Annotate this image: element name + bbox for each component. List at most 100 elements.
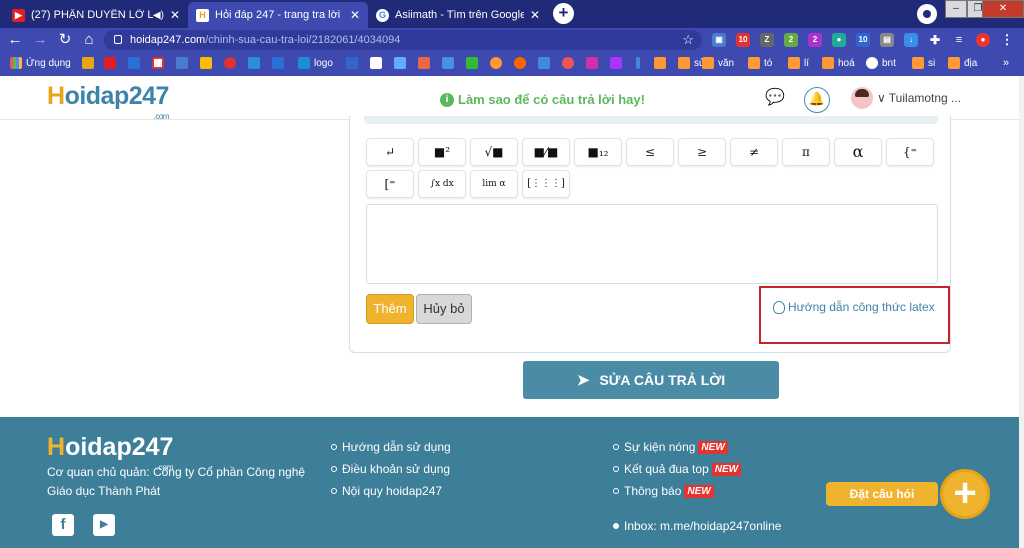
minimize-button[interactable]: –	[945, 0, 967, 18]
puzzle-icon[interactable]: ✚	[928, 33, 942, 47]
bookmark-hoa[interactable]: hoá	[822, 57, 855, 69]
bookmark-instagram[interactable]	[586, 57, 602, 69]
math-power-button[interactable]: ■²	[418, 138, 466, 166]
bookmark-site[interactable]	[272, 57, 288, 69]
bookmark-site[interactable]	[394, 57, 410, 69]
forward-icon[interactable]: →	[31, 31, 49, 49]
math-fraction-button[interactable]: ■⁄■	[522, 138, 570, 166]
latex-guide-link[interactable]: Hướng dẫn công thức latex	[773, 300, 935, 314]
bookmark-site[interactable]	[636, 57, 644, 69]
home-icon[interactable]: ⌂	[80, 31, 98, 49]
extension-icon[interactable]: 2	[808, 33, 822, 47]
back-icon[interactable]: ←	[6, 31, 24, 49]
bookmark-li[interactable]: lí	[788, 57, 809, 69]
bookmark-site[interactable]	[224, 57, 240, 69]
user-menu[interactable]: ∨ Tuilamotng ...	[851, 87, 961, 109]
inbox-link[interactable]: Inbox: m.me/hoidap247online	[613, 519, 781, 533]
bookmark-hoidap[interactable]	[82, 57, 98, 69]
extension-icon[interactable]: ●	[832, 33, 846, 47]
bookmark-site[interactable]	[370, 57, 386, 69]
bell-icon[interactable]: 🔔	[804, 87, 830, 113]
bookmark-site[interactable]	[514, 57, 530, 69]
bookmark-youtube[interactable]	[104, 57, 120, 69]
math-system-button[interactable]: {⁼	[886, 138, 934, 166]
close-icon[interactable]: ✕	[170, 8, 180, 22]
math-less-equal-button[interactable]: ≤	[626, 138, 674, 166]
footer-link[interactable]: Nội quy hoidap247	[331, 484, 442, 498]
bookmark-si[interactable]: si	[912, 57, 935, 69]
bookmark-site[interactable]	[248, 57, 264, 69]
bookmark-star-icon[interactable]: ☆	[682, 30, 694, 50]
footer-link[interactable]: Sự kiện nóng NEW	[613, 440, 728, 454]
answer-editor[interactable]	[366, 204, 938, 284]
bookmark-site[interactable]	[610, 57, 626, 69]
site-logo[interactable]: Hoidap247 .com	[47, 82, 169, 121]
speaker-icon[interactable]: ◀)	[153, 10, 164, 21]
math-not-equal-button[interactable]: ≠	[730, 138, 778, 166]
bookmark-site[interactable]	[562, 57, 578, 69]
bookmark-site[interactable]	[442, 57, 458, 69]
tab-hoidap[interactable]: H Hỏi đáp 247 - trang tra lời ✕	[188, 2, 368, 28]
chat-icon[interactable]: 💬	[762, 87, 788, 113]
bookmark-van[interactable]: văn	[702, 57, 734, 69]
add-button[interactable]: Thêm	[366, 294, 414, 324]
ask-question-button[interactable]: Đặt câu hỏi	[826, 482, 938, 506]
math-subscript-button[interactable]: ■₁₂	[574, 138, 622, 166]
bookmark-logo[interactable]: logo	[298, 57, 333, 69]
extension-icon[interactable]: ▤	[880, 33, 894, 47]
math-newline-button[interactable]: ↵	[366, 138, 414, 166]
menu-icon[interactable]: ⋮	[1000, 33, 1014, 47]
math-integral-button[interactable]: ∫x dx	[418, 170, 466, 198]
avatar[interactable]: ●	[976, 33, 990, 47]
bookmark-to[interactable]: tó	[748, 57, 772, 69]
bookmark-dia[interactable]: địa	[948, 57, 977, 69]
new-tab-button[interactable]: +	[553, 3, 574, 24]
youtube-icon[interactable]: ▶	[93, 514, 115, 536]
window-close-button[interactable]: ✕	[982, 0, 1024, 18]
cancel-button[interactable]: Hủy bỏ	[416, 294, 472, 324]
scrollbar[interactable]	[1019, 76, 1024, 548]
footer-link[interactable]: Thông báo NEW	[613, 484, 714, 498]
bookmark-site[interactable]	[176, 57, 192, 69]
footer-link[interactable]: Kết quả đua top NEW	[613, 462, 742, 476]
bookmark-box[interactable]	[128, 57, 144, 69]
close-icon[interactable]: ✕	[530, 8, 540, 22]
extension-badge-icon[interactable]: 10	[736, 33, 750, 47]
plus-icon[interactable]: +	[940, 469, 990, 519]
howto-link[interactable]: i Làm sao để có câu trả lời hay!	[440, 92, 645, 107]
close-icon[interactable]: ✕	[350, 8, 360, 22]
bookmarks-more-icon[interactable]: »	[1003, 57, 1009, 69]
tab-google[interactable]: G Asiimath - Tìm trên Google ✕	[368, 2, 548, 28]
bookmark-site[interactable]	[490, 57, 506, 69]
tab-youtube[interactable]: ▶ (27) PHẬN DUYÊN LỠ LÀNG ◀) ✕	[4, 2, 188, 28]
math-bracket-system-button[interactable]: [⁼	[366, 170, 414, 198]
math-greater-equal-button[interactable]: ≥	[678, 138, 726, 166]
extension-icon[interactable]: ▣	[712, 33, 726, 47]
footer-logo[interactable]: Hoidap247 .com	[47, 433, 173, 472]
math-alpha-button[interactable]: α	[834, 138, 882, 166]
math-pi-button[interactable]: π	[782, 138, 830, 166]
profile-icon[interactable]	[917, 4, 937, 24]
reload-icon[interactable]: ↻	[56, 31, 74, 49]
playlist-icon[interactable]: ≡	[952, 33, 966, 47]
bookmark-site[interactable]	[466, 57, 482, 69]
extension-icon[interactable]: 2	[784, 33, 798, 47]
math-matrix-button[interactable]: [⋮⋮⋮]	[522, 170, 570, 198]
math-sqrt-button[interactable]: √■	[470, 138, 518, 166]
bookmark-site[interactable]	[654, 57, 670, 69]
bookmark-gmail[interactable]	[152, 57, 168, 69]
extension-icon[interactable]: Z	[760, 33, 774, 47]
bookmark-site[interactable]	[538, 57, 554, 69]
bookmark-drive[interactable]	[200, 57, 216, 69]
extension-icon[interactable]: 10	[856, 33, 870, 47]
facebook-icon[interactable]: f	[52, 514, 74, 536]
address-bar[interactable]: hoidap247.com/chinh-sua-cau-tra-loi/2182…	[104, 30, 702, 50]
bookmark-site[interactable]	[346, 57, 362, 69]
bookmark-bnt[interactable]: bnt	[866, 57, 896, 69]
math-limit-button[interactable]: lim α	[470, 170, 518, 198]
download-icon[interactable]: ↓	[904, 33, 918, 47]
footer-link[interactable]: Hướng dẫn sử dụng	[331, 440, 451, 454]
submit-answer-button[interactable]: ➤ SỬA CÂU TRẢ LỜI	[523, 361, 779, 399]
bookmark-apps[interactable]: Ứng dụng	[10, 57, 71, 69]
bookmark-site[interactable]	[418, 57, 434, 69]
